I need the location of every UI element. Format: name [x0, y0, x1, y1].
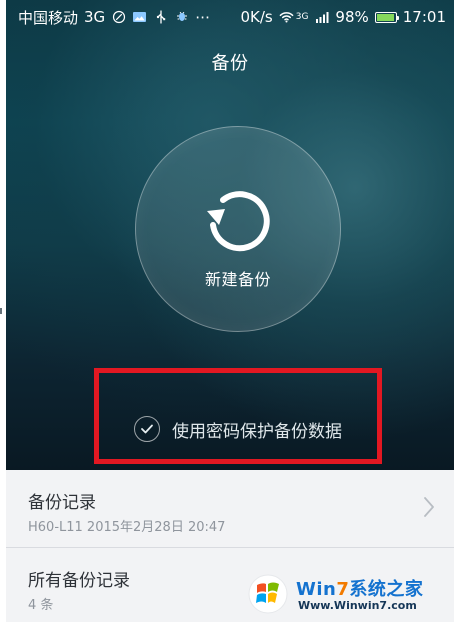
- password-protection-option[interactable]: 使用密码保护备份数据: [134, 414, 342, 444]
- backup-record-title: 备份记录: [28, 493, 96, 513]
- status-bar: 中国移动 3G ⋯ 0K/s 3G 98% 17:01: [18, 6, 446, 28]
- battery-fill: [376, 13, 394, 21]
- image-icon: [132, 10, 147, 25]
- backup-record-subtitle: H60-L11 2015年2月28日 20:47: [28, 520, 226, 535]
- more-icon: ⋯: [195, 8, 211, 26]
- windows-logo-icon: [246, 572, 290, 616]
- battery-icon: [374, 11, 399, 23]
- watermark-brand: Win7系统之家: [296, 575, 423, 601]
- status-left: 中国移动 3G ⋯: [18, 7, 210, 28]
- settings-outline-icon: [111, 10, 126, 25]
- backup-record-item[interactable]: 备份记录 H60-L11 2015年2月28日 20:47: [6, 470, 454, 546]
- new-backup-label: 新建备份: [204, 270, 271, 289]
- usb-icon: [153, 9, 168, 25]
- watermark-brand-number: 7: [336, 579, 350, 600]
- watermark: Win7系统之家 Www.Winwin7.com: [246, 572, 442, 620]
- watermark-brand-prefix: Win: [296, 579, 337, 600]
- page-title: 备份: [211, 53, 249, 74]
- wifi-icon: [279, 10, 294, 25]
- all-backup-records-subtitle: 4 条: [28, 598, 54, 613]
- status-right: 0K/s 3G 98% 17:01: [240, 8, 446, 26]
- network-text: 3G: [84, 8, 106, 26]
- time-text: 17:01: [402, 8, 446, 26]
- chevron-right-icon: [422, 496, 436, 518]
- all-backup-records-title: 所有备份记录: [28, 571, 130, 591]
- edge-mark: [0, 308, 2, 314]
- battery-percent: 98%: [335, 8, 369, 26]
- watermark-brand-suffix: 系统之家: [349, 579, 424, 600]
- watermark-site: Www.Winwin7.com: [298, 599, 417, 612]
- backup-refresh-icon: [195, 176, 279, 260]
- carrier-text: 中国移动: [18, 8, 79, 27]
- password-protection-label: 使用密码保护备份数据: [172, 421, 342, 442]
- backup-hero: 中国移动 3G ⋯ 0K/s 3G 98% 17:01 备份 新建备份 使用密码…: [6, 0, 454, 470]
- new-backup-button[interactable]: 新建备份: [135, 126, 341, 332]
- bug-icon: [174, 10, 189, 25]
- signal-bars-icon: [314, 10, 329, 25]
- speed-text: 0K/s: [240, 8, 273, 26]
- signal-label: 3G: [295, 12, 309, 22]
- backup-list: 备份记录 H60-L11 2015年2月28日 20:47 所有备份记录 4 条: [6, 470, 454, 622]
- screen: 中国移动 3G ⋯ 0K/s 3G 98% 17:01 备份 新建备份 使用密码…: [0, 0, 454, 622]
- check-icon: [134, 416, 160, 442]
